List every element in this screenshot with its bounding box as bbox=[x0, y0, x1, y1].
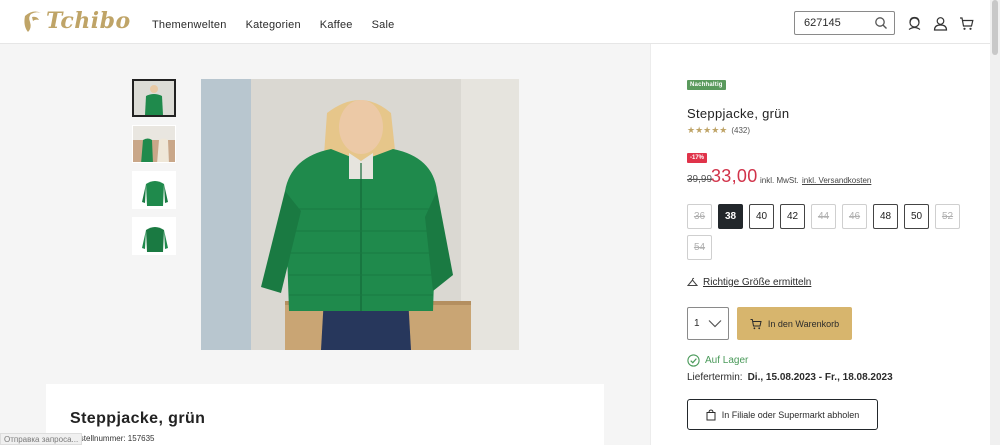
store-pickup-button[interactable]: In Filiale oder Supermarkt abholen bbox=[687, 399, 878, 430]
shipping-link[interactable]: inkl. Versandkosten bbox=[802, 176, 871, 185]
order-number: Bestellnummer: 157635 bbox=[70, 434, 332, 445]
size-guide-label: Richtige Größe ermitteln bbox=[703, 277, 812, 288]
thumbnail-3[interactable] bbox=[132, 171, 176, 209]
search-icon[interactable] bbox=[874, 16, 888, 30]
tchibo-bean-icon bbox=[24, 11, 41, 32]
size-guide-link[interactable]: Richtige Größe ermitteln bbox=[687, 277, 811, 288]
nav-kaffee[interactable]: Kaffee bbox=[320, 19, 353, 31]
nav-themenwelten[interactable]: Themenwelten bbox=[152, 19, 227, 31]
stock-status: Auf Lager bbox=[687, 354, 748, 367]
nav-kategorien[interactable]: Kategorien bbox=[246, 19, 301, 31]
rating-count: (432) bbox=[731, 126, 751, 135]
cart-icon[interactable] bbox=[959, 16, 974, 31]
site-header: Tchibo Themenwelten Kategorien Kaffee Sa… bbox=[0, 0, 1000, 44]
logo[interactable]: Tchibo bbox=[22, 4, 131, 38]
size-option[interactable]: 48 bbox=[873, 204, 898, 229]
shopping-bag-icon bbox=[706, 408, 716, 420]
size-option[interactable]: 36 bbox=[687, 204, 712, 229]
product-title: Steppjacke, grün bbox=[687, 106, 790, 121]
hanger-icon bbox=[687, 277, 698, 286]
product-rating[interactable]: ★★★★★ (432) bbox=[687, 125, 750, 136]
service-icon[interactable] bbox=[907, 16, 922, 31]
discount-badge: -17% bbox=[687, 153, 708, 163]
delivery-label: Liefertermin: bbox=[687, 372, 743, 383]
quantity-value: 1 bbox=[694, 318, 700, 329]
quantity-select[interactable]: 1 bbox=[687, 307, 729, 340]
old-price: 39,99 bbox=[687, 174, 713, 185]
cart-icon bbox=[750, 318, 762, 329]
main-product-image[interactable] bbox=[201, 79, 519, 350]
scrollbar-thumb[interactable] bbox=[992, 0, 998, 55]
store-pickup-label: In Filiale oder Supermarkt abholen bbox=[721, 409, 860, 420]
search-box bbox=[794, 11, 895, 35]
search-input[interactable] bbox=[804, 17, 870, 29]
size-option[interactable]: 52 bbox=[935, 204, 960, 229]
rating-stars-icon: ★★★★★ bbox=[687, 125, 728, 135]
thumbnail-image bbox=[134, 81, 174, 115]
size-option[interactable]: 42 bbox=[780, 204, 805, 229]
vat-note: inkl. MwSt. bbox=[760, 176, 799, 185]
size-option[interactable]: 54 bbox=[687, 235, 712, 260]
thumbnail-image bbox=[133, 172, 175, 208]
size-option[interactable]: 50 bbox=[904, 204, 929, 229]
page-scrollbar[interactable] bbox=[990, 0, 1000, 445]
thumbnail-image bbox=[133, 218, 175, 254]
thumbnail-list bbox=[132, 79, 178, 263]
delivery-dates: Di., 15.08.2023 - Fr., 18.08.2023 bbox=[747, 372, 893, 383]
size-option[interactable]: 46 bbox=[842, 204, 867, 229]
add-to-cart-label: In den Warenkorb bbox=[767, 318, 840, 329]
browser-status-text: Отправка запроса... bbox=[0, 433, 83, 445]
main-nav: Themenwelten Kategorien Kaffee Sale bbox=[152, 19, 413, 31]
purchase-panel: Nachhaltig Steppjacke, grün ★★★★★ (432) … bbox=[650, 44, 990, 445]
delivery-info: Liefertermin: Di., 15.08.2023 - Fr., 18.0… bbox=[687, 372, 893, 383]
check-circle-icon bbox=[687, 354, 700, 367]
stock-label: Auf Lager bbox=[705, 355, 749, 366]
current-price: 33,00 bbox=[711, 166, 758, 186]
thumbnail-2[interactable] bbox=[132, 125, 176, 163]
chevron-down-icon bbox=[708, 320, 722, 328]
thumbnail-1[interactable] bbox=[132, 79, 176, 117]
nav-sale[interactable]: Sale bbox=[372, 19, 395, 31]
logo-text: Tchibo bbox=[46, 8, 131, 34]
details-title: Steppjacke, grün bbox=[70, 410, 206, 427]
sustainability-badge: Nachhaltig bbox=[687, 80, 726, 90]
add-to-cart-button[interactable]: In den Warenkorb bbox=[737, 307, 852, 340]
size-option[interactable]: 44 bbox=[811, 204, 836, 229]
size-option[interactable]: 40 bbox=[749, 204, 774, 229]
thumbnail-4[interactable] bbox=[132, 217, 176, 255]
thumbnail-image bbox=[133, 126, 175, 162]
product-photo bbox=[201, 79, 519, 350]
account-icon[interactable] bbox=[933, 16, 948, 31]
size-option[interactable]: 38 bbox=[718, 204, 743, 229]
